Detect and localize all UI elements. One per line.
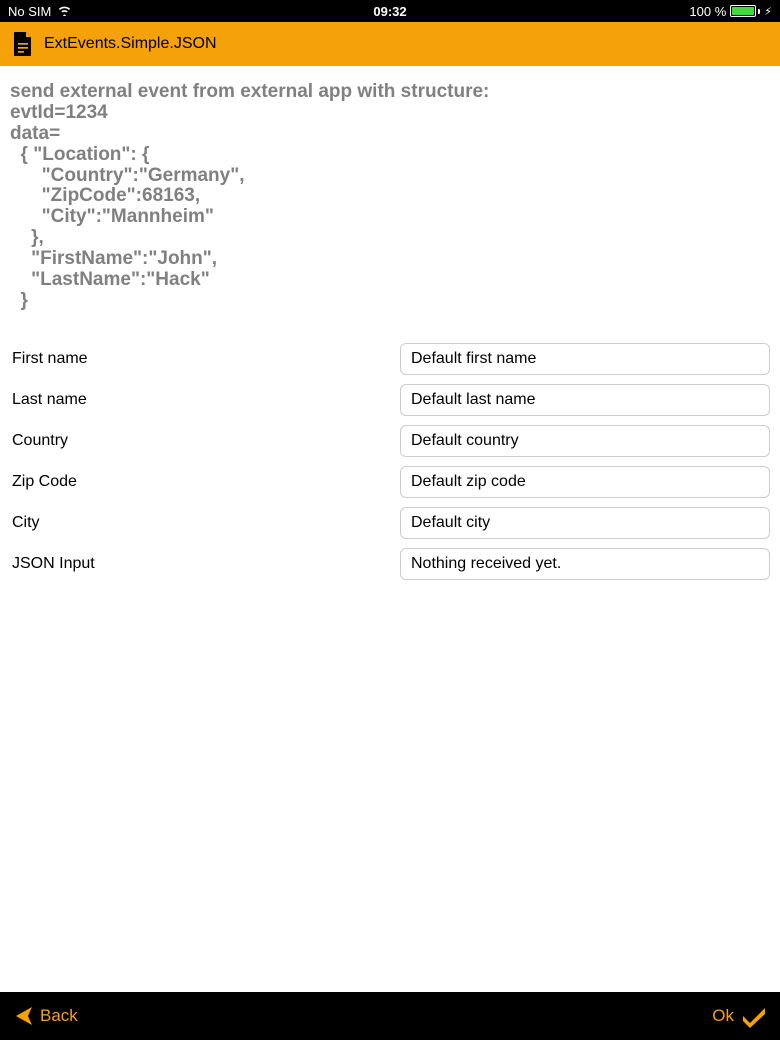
instruction-line: }, <box>10 227 44 248</box>
instruction-line: "Country":"Germany", <box>10 165 245 186</box>
status-right: 100 % ⚡︎ <box>689 4 772 19</box>
instruction-line: send external event from external app wi… <box>10 81 489 102</box>
charging-icon: ⚡︎ <box>764 5 772 18</box>
instruction-line: "FirstName":"John", <box>10 248 217 269</box>
page-title: ExtEvents.Simple.JSON <box>44 35 217 53</box>
content-area: send external event from external app wi… <box>0 66 780 598</box>
form-row-firstname: First name <box>10 342 770 377</box>
city-input[interactable] <box>400 507 770 539</box>
form-row-country: Country <box>10 424 770 459</box>
instruction-line: { "Location": { <box>10 144 149 165</box>
document-icon <box>12 31 34 57</box>
zipcode-input[interactable] <box>400 466 770 498</box>
header-bar: ExtEvents.Simple.JSON <box>0 22 780 66</box>
back-arrow-icon <box>12 1004 34 1028</box>
bottom-bar: Back Ok <box>0 992 780 1040</box>
form-row-zipcode: Zip Code <box>10 465 770 500</box>
jsoninput-input[interactable] <box>400 548 770 580</box>
instructions-text: send external event from external app wi… <box>10 82 770 312</box>
instruction-line: } <box>10 290 28 311</box>
battery-percent: 100 % <box>689 4 726 19</box>
country-label: Country <box>10 432 400 450</box>
lastname-label: Last name <box>10 391 400 409</box>
instruction-line: "ZipCode":68163, <box>10 185 200 206</box>
firstname-label: First name <box>10 350 400 368</box>
form-row-jsoninput: JSON Input <box>10 547 770 582</box>
city-label: City <box>10 514 400 532</box>
instruction-line: "City":"Mannheim" <box>10 206 214 227</box>
zipcode-label: Zip Code <box>10 473 400 491</box>
status-left: No SIM <box>8 4 72 19</box>
form-area: First name Last name Country Zip Code Ci… <box>10 342 770 582</box>
battery-icon <box>730 5 760 17</box>
ok-label: Ok <box>712 1006 734 1026</box>
back-button[interactable]: Back <box>12 1004 78 1028</box>
instruction-line: data= <box>10 123 60 144</box>
instruction-line: "LastName":"Hack" <box>10 269 210 290</box>
firstname-input[interactable] <box>400 343 770 375</box>
jsoninput-label: JSON Input <box>10 555 400 573</box>
status-time: 09:32 <box>373 4 406 19</box>
wifi-icon <box>57 4 72 19</box>
form-row-city: City <box>10 506 770 541</box>
country-input[interactable] <box>400 425 770 457</box>
ok-button[interactable]: Ok <box>712 1004 768 1028</box>
status-bar: No SIM 09:32 100 % ⚡︎ <box>0 0 780 22</box>
carrier-text: No SIM <box>8 4 51 19</box>
lastname-input[interactable] <box>400 384 770 416</box>
instruction-line: evtId=1234 <box>10 102 108 123</box>
form-row-lastname: Last name <box>10 383 770 418</box>
back-label: Back <box>40 1006 78 1026</box>
check-icon <box>740 1004 768 1028</box>
